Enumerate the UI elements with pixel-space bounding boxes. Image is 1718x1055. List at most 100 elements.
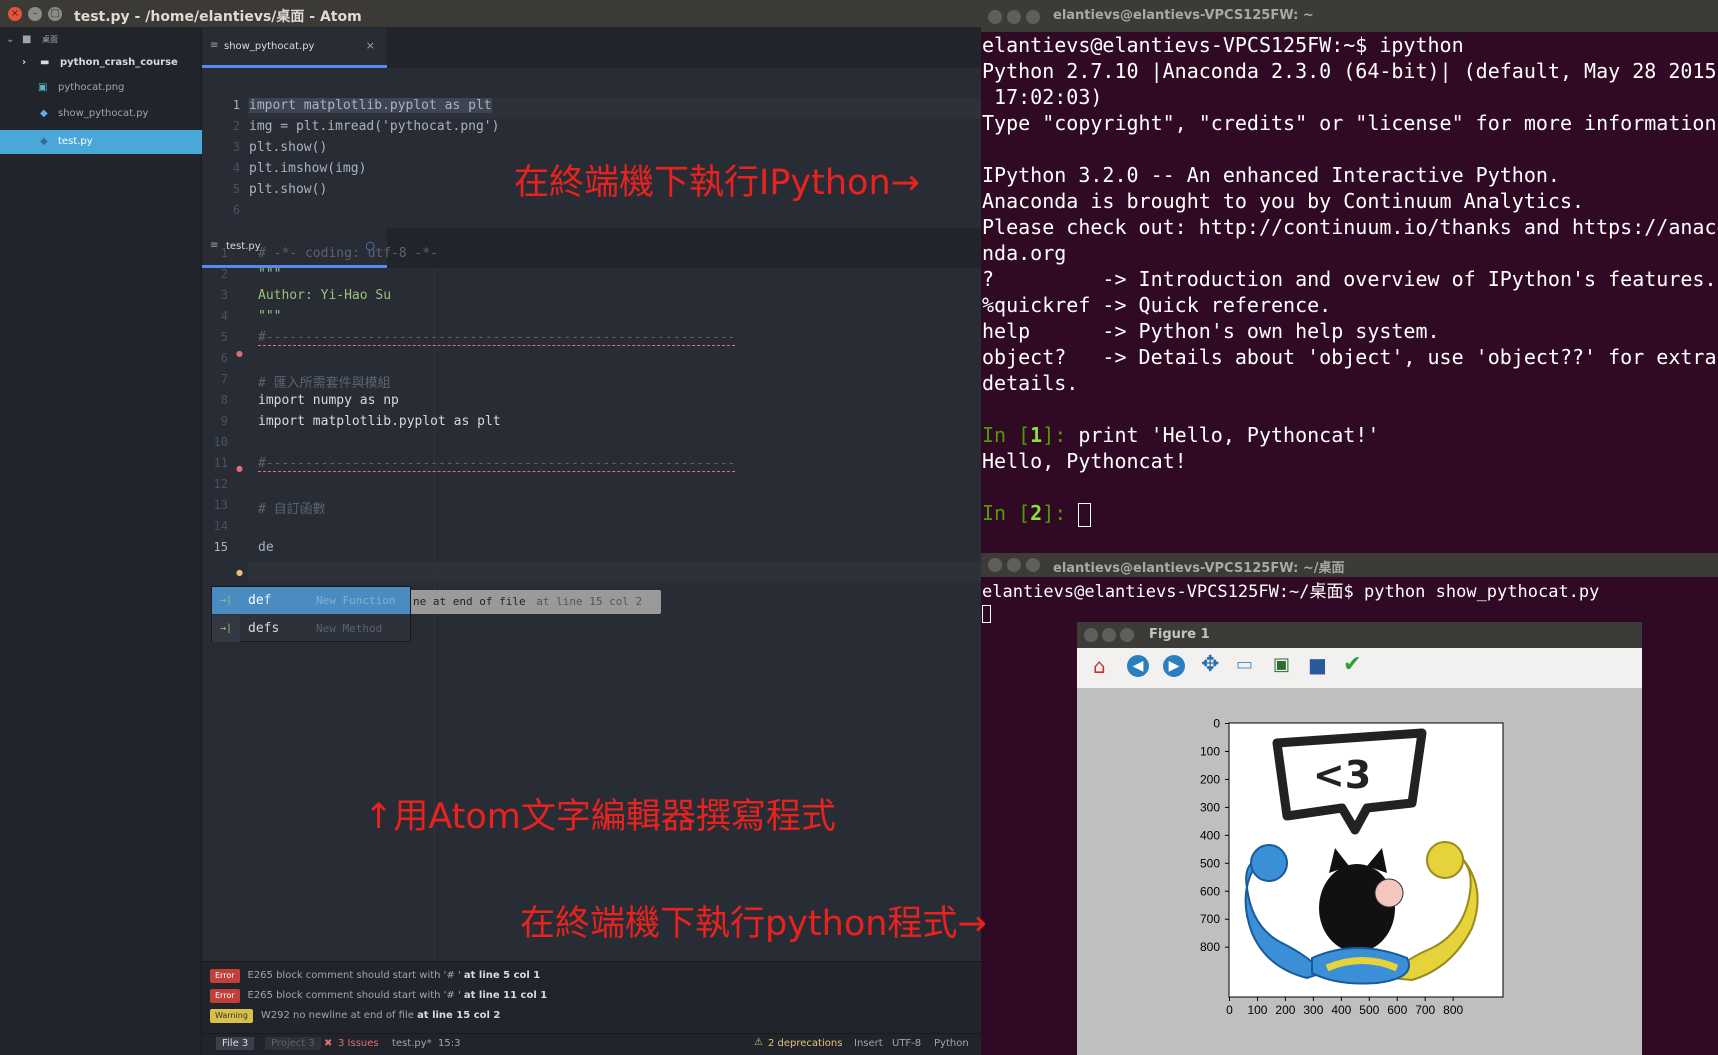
tree-item-folder[interactable]: › ▬ python_crash_course [0, 51, 202, 75]
tree-item-file[interactable]: ▣ pythocat.png [0, 76, 202, 100]
lint-message[interactable]: Error E265 block comment should start wit… [210, 987, 547, 1005]
status-file-tab[interactable]: File 3 [216, 1037, 255, 1050]
lint-tooltip-text: ne at end of file [413, 595, 526, 608]
status-cursor[interactable]: 15:3 [438, 1038, 460, 1049]
window-maximize-button[interactable] [1120, 628, 1134, 642]
y-tick-label: 0 [1213, 717, 1220, 731]
code-line[interactable]: """ [258, 267, 281, 282]
code-line[interactable]: img = plt.imread('pythocat.png') [249, 119, 499, 134]
lint-badge: Error [210, 969, 240, 983]
annotation-atom: ↑用Atom文字編輯器撰寫程式 [364, 797, 836, 837]
window-minimize-button[interactable] [1102, 628, 1116, 642]
terminal-titlebar: elantievs@elantievs-VPCS125FW: ~/桌面 [981, 553, 1718, 577]
lint-text: E265 block comment should start with '# … [247, 990, 461, 1001]
window-minimize-button[interactable]: – [28, 7, 42, 21]
y-tick-label: 800 [1200, 940, 1220, 954]
line-number: 11 [213, 456, 228, 470]
image-file-icon: ▣ [38, 82, 48, 93]
status-project-tab[interactable]: Project 3 [265, 1037, 321, 1050]
lint-message[interactable]: Error E265 block comment should start wit… [210, 967, 540, 985]
close-icon[interactable]: × [366, 39, 375, 52]
pan-icon[interactable]: ✥ [1201, 652, 1219, 677]
lint-location[interactable]: at line 5 col 1 [464, 970, 540, 981]
ipython-out-1: Hello, Pythoncat! [982, 449, 1187, 473]
terminal-line: ? -> Introduction and overview of IPytho… [982, 267, 1717, 291]
plot-axes: <3 0 100 200 300 400 500 600 700 800 0 100 200 300 4… [1200, 717, 1504, 1017]
annotation-python: 在終端機下執行python程式→ [520, 904, 987, 944]
lint-text: W292 no newline at end of file [260, 1010, 414, 1021]
code-line[interactable]: Author: Yi-Hao Su [258, 288, 391, 303]
terminal-line: Please check out: http://continuum.io/th… [982, 215, 1718, 239]
x-tick-label: 700 [1415, 1003, 1435, 1017]
chevron-down-icon: ⌄ [6, 34, 15, 45]
status-issues[interactable]: 3 Issues [338, 1038, 379, 1049]
code-line[interactable]: de [258, 540, 274, 555]
autocomplete-item[interactable]: →| defs New Method [212, 615, 410, 642]
line-number: 15 [213, 540, 228, 554]
tree-item-label: pythocat.png [58, 82, 125, 93]
window-close-button[interactable] [988, 558, 1002, 572]
zoom-icon[interactable]: ▭ [1236, 654, 1253, 675]
code-line[interactable]: plt.imshow(img) [249, 161, 366, 176]
ipython-in-1: In [1]: print 'Hello, Pythoncat!' [982, 422, 1379, 448]
code-line[interactable]: """ [258, 309, 281, 324]
window-maximize-button[interactable]: □ [48, 7, 62, 21]
tree-view: ⌄ ■ 桌面 › ▬ python_crash_course ▣ pythoca… [0, 28, 202, 1055]
code-line[interactable]: plt.show() [249, 182, 327, 197]
window-close-button[interactable] [988, 10, 1002, 24]
y-tick-label: 700 [1200, 912, 1220, 926]
check-icon[interactable]: ✔ [1343, 652, 1361, 677]
tree-item-file[interactable]: ◆ show_pythocat.py [0, 102, 202, 126]
lint-text: E265 block comment should start with '# … [247, 970, 461, 981]
window-close-button[interactable] [1084, 628, 1098, 642]
image-heart-text: <3 [1313, 753, 1371, 797]
code-line[interactable]: # 匯入所需套件與模組 [258, 372, 391, 391]
status-filename[interactable]: test.py* [392, 1038, 432, 1049]
lint-badge: Error [210, 989, 240, 1003]
yellow-snake-head [1426, 841, 1464, 879]
line-number: 3 [232, 140, 240, 154]
status-grammar[interactable]: Python [934, 1038, 969, 1049]
back-icon[interactable]: ◀ [1127, 655, 1149, 677]
window-minimize-button[interactable] [1007, 558, 1021, 572]
status-deprecations[interactable]: 2 deprecations [768, 1038, 842, 1049]
lint-location[interactable]: at line 15 col 2 [417, 1010, 500, 1021]
window-maximize-button[interactable] [1026, 10, 1040, 24]
cursor [982, 605, 991, 623]
code-line[interactable]: #---------------------------------------… [258, 330, 736, 346]
code-line[interactable]: import numpy as np [258, 393, 399, 408]
code-line[interactable]: plt.show() [249, 140, 327, 155]
line-number: 10 [213, 435, 228, 449]
line-number: 7 [220, 372, 228, 386]
window-maximize-button[interactable] [1026, 558, 1040, 572]
line-number: 14 [213, 519, 228, 533]
window-close-button[interactable]: × [8, 7, 22, 21]
terminal-line: Python 2.7.10 |Anaconda 2.3.0 (64-bit)| … [982, 59, 1718, 83]
snippet-icon: →| [212, 587, 240, 614]
error-dot-icon: ● [236, 349, 243, 358]
tab-show-pythocat[interactable]: ≡ show_pythocat.py × [202, 28, 387, 68]
tab-label: test.py [226, 241, 261, 252]
home-icon[interactable]: ⌂ [1093, 654, 1106, 678]
save-icon[interactable]: ■ [1308, 653, 1327, 677]
terminal-ipython: elantievs@elantievs-VPCS125FW: ~ elantie… [981, 0, 1718, 553]
tree-root[interactable]: ⌄ ■ 桌面 [0, 28, 202, 52]
code-line[interactable]: # -*- coding: utf-8 -*- [258, 246, 438, 261]
code-line[interactable]: import matplotlib.pyplot as plt [258, 414, 501, 429]
autocomplete-item-selected[interactable]: →| def New Function [212, 587, 410, 614]
forward-icon[interactable]: ▶ [1163, 655, 1185, 677]
lint-location[interactable]: at line 11 col 1 [464, 990, 547, 1001]
code-line[interactable]: import matplotlib.pyplot as plt [249, 98, 492, 113]
prompt-text: In [ [982, 501, 1031, 525]
gutter: 1 2 3 4 5 6 [202, 68, 248, 228]
code-line[interactable]: # 自訂函數 [258, 498, 326, 517]
ipython-in-2[interactable]: In [2]: [982, 500, 1092, 527]
status-encoding[interactable]: UTF-8 [892, 1038, 921, 1049]
snippet-icon: →| [212, 615, 240, 642]
figure-toolbar: ⌂ ◀ ▶ ✥ ▭ ▣ ■ ✔ [1077, 648, 1642, 688]
subplots-icon[interactable]: ▣ [1273, 654, 1290, 675]
tree-item-file-selected[interactable]: ◆ test.py [0, 130, 202, 154]
code-line[interactable]: #---------------------------------------… [258, 456, 736, 472]
window-minimize-button[interactable] [1007, 10, 1021, 24]
lint-message[interactable]: Warning W292 no newline at end of file at… [210, 1007, 500, 1025]
